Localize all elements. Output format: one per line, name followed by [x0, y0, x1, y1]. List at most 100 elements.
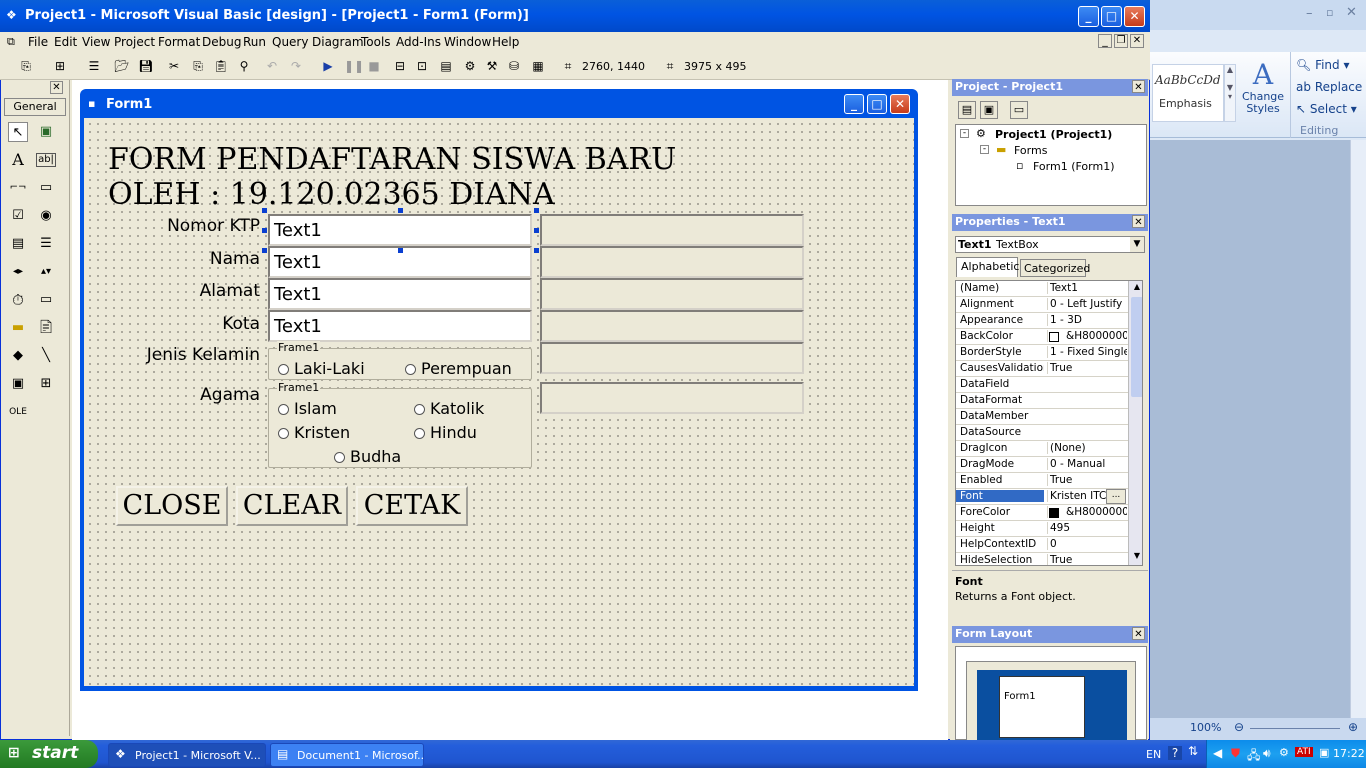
close-button[interactable]: CLOSE: [116, 486, 228, 526]
menu-file[interactable]: File: [28, 35, 48, 49]
zoom-out-icon[interactable]: ⊖: [1234, 720, 1244, 734]
quick-style-gallery[interactable]: AaBbCcDd Emphasis: [1152, 64, 1224, 122]
change-styles-button[interactable]: A Change Styles: [1240, 58, 1286, 128]
textbox-alamat[interactable]: Text1: [268, 278, 532, 310]
prop-value[interactable]: Text1: [1047, 282, 1127, 294]
display-icon[interactable]: ▣: [1319, 746, 1329, 759]
open-project-icon[interactable]: 📂︎: [114, 58, 130, 74]
selection-handle[interactable]: [398, 208, 403, 213]
form-minimize-button[interactable]: _: [844, 94, 864, 114]
menu-tools[interactable]: Tools: [361, 35, 391, 49]
prop-row-selected[interactable]: Font Kristen ITC...: [956, 489, 1128, 505]
vscrollbar-tool-icon[interactable]: ▴▾: [36, 262, 56, 282]
ati-icon[interactable]: ATI: [1295, 747, 1313, 757]
timer-tool-icon[interactable]: ⏱︎: [8, 290, 28, 310]
ole-tool-icon[interactable]: OLE: [8, 402, 28, 422]
prop-row[interactable]: Alignment 0 - Left Justify: [956, 297, 1128, 313]
prop-row[interactable]: DataSource: [956, 425, 1128, 441]
copy-icon[interactable]: ⎘: [190, 58, 206, 74]
prop-row[interactable]: (Name) Text1: [956, 281, 1128, 297]
dirlistbox-tool-icon[interactable]: ▬: [8, 318, 28, 338]
view-object-icon[interactable]: ▣: [980, 101, 998, 119]
prop-row[interactable]: DataMember: [956, 409, 1128, 425]
prop-value[interactable]: 1 - 3D: [1047, 314, 1127, 326]
selection-handle[interactable]: [262, 228, 267, 233]
line-tool-icon[interactable]: ╲: [36, 346, 56, 366]
menu-project[interactable]: Project: [114, 35, 155, 49]
settings-icon[interactable]: ⚙: [1279, 746, 1289, 759]
tab-alphabetic[interactable]: Alphabetic: [956, 257, 1019, 277]
cut-icon[interactable]: ✂: [166, 58, 182, 74]
prop-value[interactable]: (None): [1047, 442, 1127, 454]
add-project-icon[interactable]: ⎘: [18, 58, 34, 74]
picturebox-tool-icon[interactable]: ▣: [36, 122, 56, 142]
zoom-slider[interactable]: [1250, 728, 1340, 729]
selection-handle[interactable]: [398, 248, 403, 253]
form-layout-close-button[interactable]: ✕: [1132, 627, 1145, 640]
output-field-kota[interactable]: [540, 310, 804, 342]
tree-item-forms[interactable]: Forms: [1014, 144, 1047, 157]
start-button[interactable]: ⊞ start: [0, 740, 98, 768]
selection-handle[interactable]: [534, 208, 539, 213]
undo-icon[interactable]: ↶: [264, 58, 280, 74]
scroll-down-icon[interactable]: ▼: [1130, 551, 1142, 560]
menu-query[interactable]: Query: [272, 35, 308, 49]
add-form-icon[interactable]: ⊞: [52, 58, 68, 74]
properties-close-button[interactable]: ✕: [1132, 215, 1145, 228]
radio-kristen[interactable]: Kristen: [278, 423, 350, 442]
drivelistbox-tool-icon[interactable]: ▭: [36, 290, 56, 310]
project-explorer-icon[interactable]: ⊟: [392, 58, 408, 74]
selection-handle[interactable]: [262, 248, 267, 253]
view-code-icon[interactable]: ▤: [958, 101, 976, 119]
select-button[interactable]: ↖ Select ▾: [1296, 102, 1357, 116]
object-dropdown[interactable]: Text1 TextBox ▼: [955, 236, 1145, 253]
output-field-alamat[interactable]: [540, 278, 804, 310]
prop-value[interactable]: &H80000008: [1047, 506, 1127, 518]
properties-window-icon[interactable]: ⊡: [414, 58, 430, 74]
output-field-nama[interactable]: [540, 246, 804, 278]
find-icon[interactable]: ⚲: [236, 58, 252, 74]
prop-value[interactable]: True: [1047, 474, 1127, 486]
menu-diagram[interactable]: Diagram: [312, 35, 364, 49]
radio-budha[interactable]: Budha: [334, 447, 401, 466]
save-project-icon[interactable]: 💾︎: [138, 58, 154, 74]
replace-button[interactable]: ab Replace: [1296, 80, 1362, 94]
gallery-scroll[interactable]: ▲ ▼ ▾: [1224, 64, 1236, 122]
scroll-up-icon[interactable]: ▲: [1130, 282, 1142, 291]
filelistbox-tool-icon[interactable]: 📄︎: [36, 318, 56, 338]
output-field-jenis-kelamin[interactable]: [540, 342, 804, 374]
menu-run[interactable]: Run: [243, 35, 266, 49]
radio-hindu[interactable]: Hindu: [414, 423, 477, 442]
redo-icon[interactable]: ↷: [288, 58, 304, 74]
scroll-thumb[interactable]: [1131, 297, 1142, 397]
word-close-icon[interactable]: ✕: [1346, 5, 1357, 20]
hscrollbar-tool-icon[interactable]: ◂▸: [8, 262, 28, 282]
label-tool-icon[interactable]: A: [8, 150, 28, 170]
prop-value[interactable]: &H80000005: [1047, 330, 1127, 342]
prop-row[interactable]: DragMode 0 - Manual: [956, 457, 1128, 473]
toolbox-tab-general[interactable]: General: [4, 98, 66, 116]
prop-value[interactable]: True: [1047, 554, 1127, 565]
mdi-minimize-button[interactable]: _: [1098, 34, 1112, 48]
collapse-icon[interactable]: -: [980, 145, 989, 154]
menu-edit[interactable]: Edit: [54, 35, 77, 49]
optionbutton-tool-icon[interactable]: ◉: [36, 206, 56, 226]
output-field-agama[interactable]: [540, 382, 804, 414]
mdi-close-button[interactable]: ✕: [1130, 34, 1144, 48]
menu-add-ins[interactable]: Add-Ins: [396, 35, 441, 49]
prop-row[interactable]: Enabled True: [956, 473, 1128, 489]
tree-item-project[interactable]: Project1 (Project1): [995, 128, 1112, 141]
listbox-tool-icon[interactable]: ☰: [36, 234, 56, 254]
image-tool-icon[interactable]: ▣: [8, 374, 28, 394]
prop-row[interactable]: DataFormat: [956, 393, 1128, 409]
visual-component-manager-icon[interactable]: ▦: [530, 58, 546, 74]
prop-row[interactable]: DragIcon (None): [956, 441, 1128, 457]
break-icon[interactable]: ❚❚: [344, 58, 364, 74]
vb-minimize-button[interactable]: _: [1078, 6, 1099, 27]
menu-format[interactable]: Format: [158, 35, 200, 49]
textbox-nomor-ktp[interactable]: Text1: [268, 214, 532, 246]
ellipsis-button[interactable]: ...: [1106, 489, 1126, 504]
paste-icon[interactable]: 📋︎: [213, 58, 229, 74]
selection-handle[interactable]: [262, 208, 267, 213]
prop-row[interactable]: HideSelection True: [956, 553, 1128, 565]
